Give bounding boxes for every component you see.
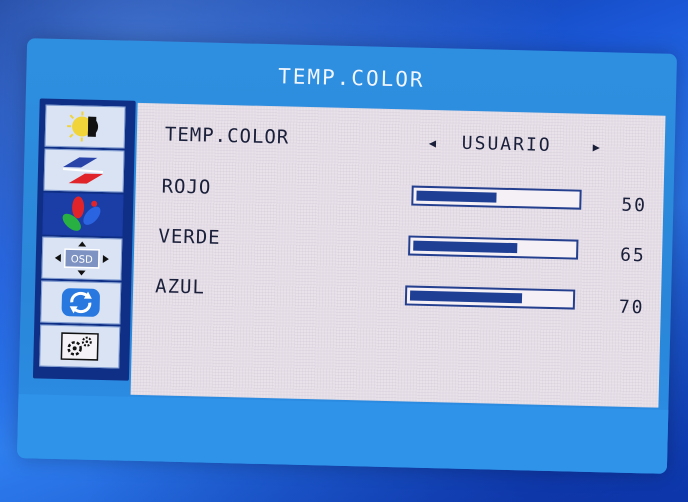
- menu-item-color[interactable]: [42, 192, 124, 237]
- picture-image-icon: [62, 157, 104, 184]
- red-value: 50: [621, 194, 648, 217]
- reset-icon: [61, 288, 100, 317]
- menu-item-osd-position[interactable]: OSD: [41, 236, 123, 281]
- blue-slider[interactable]: [404, 285, 576, 310]
- left-arrow-icon[interactable]: ◀: [429, 136, 437, 150]
- blue-slider-fill: [409, 290, 523, 304]
- red-slider-fill: [416, 190, 497, 203]
- green-value: 65: [619, 244, 647, 267]
- green-slider[interactable]: [408, 235, 579, 260]
- settings-gears-icon: [60, 332, 99, 361]
- osd-position-icon: OSD: [54, 241, 109, 276]
- brightness-contrast-icon: [67, 111, 99, 142]
- green-label: VERDE: [158, 225, 221, 249]
- green-slider-fill: [413, 240, 518, 254]
- red-slider[interactable]: [411, 185, 582, 210]
- menu-item-brightness[interactable]: [44, 104, 126, 149]
- menu-item-reset[interactable]: [40, 280, 122, 325]
- temp-color-label: TEMP.COLOR: [164, 123, 290, 149]
- temp-color-value[interactable]: USUARIO: [462, 133, 552, 156]
- color-rgb-icon: [62, 196, 101, 231]
- svg-text:OSD: OSD: [71, 254, 93, 266]
- red-label: ROJO: [161, 175, 212, 199]
- blue-label: AZUL: [154, 275, 206, 299]
- menu-item-settings[interactable]: [39, 324, 121, 369]
- settings-panel: TEMP.COLOR ◀ USUARIO ▶ ROJO 50 VERDE 65 …: [130, 102, 666, 408]
- blue-value: 70: [618, 296, 645, 319]
- osd-sidebar: OSD: [32, 98, 136, 381]
- osd-title: TEMP.COLOR: [277, 64, 425, 92]
- osd-menu: TEMP.COLOR OSD TEMP.COLOR ◀ USUARIO ▶ RO…: [16, 38, 678, 474]
- right-arrow-icon[interactable]: ▶: [593, 140, 601, 154]
- menu-item-picture[interactable]: [43, 148, 125, 193]
